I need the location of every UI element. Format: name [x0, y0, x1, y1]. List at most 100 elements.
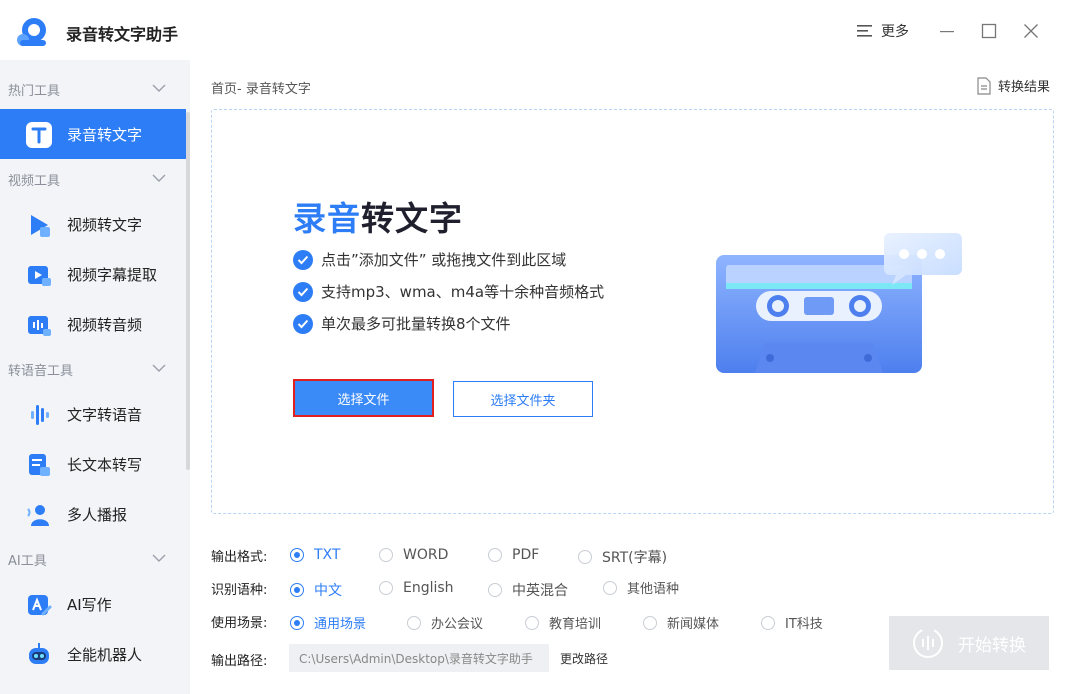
chevron-down-icon	[152, 554, 166, 562]
radio-format-txt[interactable]: TXT	[290, 547, 340, 563]
radio-lang-other[interactable]: 其他语种	[603, 578, 679, 597]
menu-icon	[857, 25, 872, 37]
group-label: AI工具	[8, 553, 47, 569]
check-circle-icon	[293, 281, 313, 302]
chevron-down-icon	[152, 174, 166, 182]
radio-label: 中文	[314, 583, 342, 599]
change-path-link[interactable]: 更改路径	[560, 650, 608, 667]
soundwave-circle-icon	[913, 628, 943, 658]
speaker-person-icon	[27, 505, 49, 526]
sidebar-item-label: 视频转文字	[67, 216, 143, 234]
video-play-icon	[31, 215, 50, 237]
feature-text: 单次最多可批量转换8个文件	[321, 315, 511, 333]
minimize-button[interactable]	[934, 18, 960, 44]
app-logo-icon	[17, 18, 46, 46]
recognition-language-label: 识别语种:	[211, 583, 268, 598]
group-header-ai-tools[interactable]: AI工具	[0, 541, 186, 577]
radio-scene-education[interactable]: 教育培训	[525, 613, 601, 632]
sidebar-item-label: 视频字幕提取	[67, 266, 158, 284]
group-header-hot-tools[interactable]: 热门工具	[0, 71, 186, 107]
sidebar-item-video-subtitle-extract[interactable]: 视频字幕提取	[0, 249, 186, 299]
radio-label: SRT(字幕)	[602, 550, 668, 566]
maximize-button[interactable]	[976, 18, 1002, 44]
hero-title-rest: 转文字	[361, 199, 463, 238]
radio-label: 办公会议	[431, 617, 484, 632]
radio-scene-office[interactable]: 办公会议	[407, 613, 483, 632]
radio-label: IT科技	[785, 617, 823, 632]
radio-dot	[290, 583, 304, 597]
radio-lang-english[interactable]: English	[379, 580, 454, 596]
radio-scene-general[interactable]: 通用场景	[290, 613, 366, 632]
feature-item: 支持mp3、wma、m4a等十余种音频格式	[293, 281, 604, 302]
group-header-video-tools[interactable]: 视频工具	[0, 161, 186, 197]
radio-label: 通用场景	[314, 617, 367, 632]
more-menu-button[interactable]: 更多	[857, 21, 909, 41]
radio-scene-news[interactable]: 新闻媒体	[643, 613, 719, 632]
sidebar-scrollbar[interactable]	[186, 112, 190, 470]
feature-item: 点击”添加文件” 或拖拽文件到此区域	[293, 249, 566, 270]
radio-dot	[407, 615, 421, 630]
text-t-icon	[26, 122, 52, 148]
radio-dot	[525, 615, 539, 630]
more-label: 更多	[881, 24, 909, 40]
radio-label: English	[403, 580, 454, 596]
radio-dot	[643, 615, 657, 630]
radio-label: PDF	[512, 547, 540, 563]
radio-dot	[578, 550, 592, 564]
hero-title-accent: 录音	[293, 199, 361, 238]
radio-lang-mixed[interactable]: 中英混合	[488, 580, 568, 600]
radio-format-pdf[interactable]: PDF	[488, 547, 539, 563]
app-title: 录音转文字助手	[66, 25, 179, 44]
radio-scene-it[interactable]: IT科技	[761, 613, 823, 632]
radio-format-word[interactable]: WORD	[379, 547, 448, 563]
sidebar-item-text-to-speech[interactable]: 文字转语音	[0, 389, 186, 439]
close-button[interactable]	[1018, 18, 1044, 44]
sidebar-item-long-text-transcribe[interactable]: 长文本转写	[0, 439, 186, 489]
sidebar-item-video-to-text[interactable]: 视频转文字	[0, 199, 186, 249]
sidebar-item-all-round-robot[interactable]: 全能机器人	[0, 629, 186, 679]
radio-label: 教育培训	[549, 617, 602, 632]
sidebar-item-label: 文字转语音	[67, 406, 143, 424]
start-conversion-label: 开始转换	[958, 635, 1026, 656]
sidebar-item-multi-voice-broadcast[interactable]: 多人播报	[0, 489, 186, 539]
select-file-button[interactable]: 选择文件	[293, 379, 434, 417]
hero-title: 录音转文字	[293, 192, 463, 240]
minimize-icon	[940, 31, 954, 33]
radio-label: WORD	[403, 547, 449, 563]
sidebar-item-label: 视频转音频	[67, 316, 143, 334]
select-folder-button[interactable]: 选择文件夹	[453, 381, 593, 417]
video-audio-icon	[28, 316, 51, 336]
group-label: 视频工具	[8, 173, 61, 189]
radio-dot	[290, 615, 304, 630]
file-icon	[977, 76, 991, 95]
robot-icon	[29, 643, 49, 664]
usage-scene-label: 使用场景:	[211, 616, 268, 631]
check-circle-icon	[293, 249, 313, 270]
sidebar-item-audio-to-text[interactable]: 录音转文字	[0, 109, 186, 159]
sidebar-item-label: 多人播报	[67, 506, 128, 524]
conversion-result-link[interactable]: 转换结果	[976, 76, 1050, 95]
maximize-icon	[981, 23, 997, 39]
radio-lang-chinese[interactable]: 中文	[290, 580, 342, 600]
output-format-row: 输出格式: TXT WORD PDF SRT(字幕)	[211, 546, 771, 566]
chevron-down-icon	[152, 84, 166, 92]
breadcrumb: 首页- 录音转文字	[211, 82, 311, 97]
feature-text: 支持mp3、wma、m4a等十余种音频格式	[321, 283, 605, 301]
radio-label: 中英混合	[512, 583, 568, 599]
output-path-field[interactable]	[289, 644, 549, 672]
sidebar-item-label: AI写作	[67, 596, 112, 614]
sidebar-item-ai-writing[interactable]: AI写作	[0, 579, 186, 629]
start-conversion-button[interactable]: 开始转换	[889, 616, 1049, 670]
conversion-result-label: 转换结果	[998, 80, 1051, 95]
radio-dot	[603, 580, 617, 595]
sidebar-item-label: 录音转文字	[67, 126, 143, 144]
sidebar-item-video-to-audio[interactable]: 视频转音频	[0, 299, 186, 349]
sidebar-item-label: 长文本转写	[67, 456, 143, 474]
radio-format-srt[interactable]: SRT(字幕)	[578, 547, 667, 567]
output-format-label: 输出格式:	[211, 550, 268, 565]
chevron-down-icon	[152, 364, 166, 372]
radio-dot	[290, 548, 304, 562]
group-header-tts-tools[interactable]: 转语音工具	[0, 351, 186, 387]
feature-item: 单次最多可批量转换8个文件	[293, 313, 511, 334]
ai-writing-icon	[28, 595, 52, 616]
